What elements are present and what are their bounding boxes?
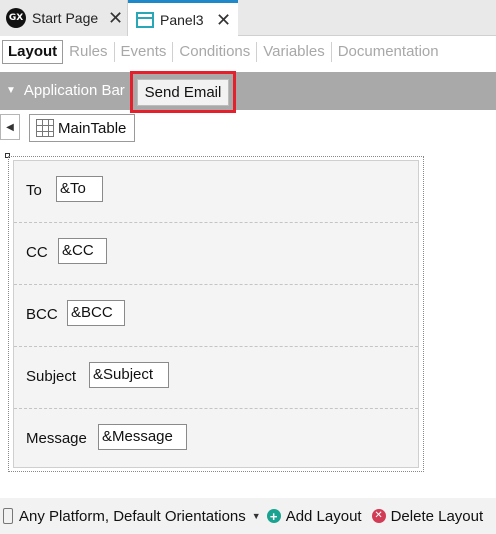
tab-layout[interactable]: Layout	[2, 40, 64, 64]
tab-conditions[interactable]: Conditions	[173, 42, 258, 62]
tab-events[interactable]: Events	[115, 42, 174, 62]
platform-selector[interactable]: Any Platform, Default Orientations ▼	[19, 508, 267, 525]
tab-start-page-label: Start Page	[32, 10, 99, 26]
message-field[interactable]: &Message	[98, 424, 187, 450]
application-bar-label: Application Bar	[23, 82, 125, 99]
add-layout-label: Add Layout	[285, 507, 362, 525]
table-row: To &To	[14, 161, 418, 223]
tab-variables[interactable]: Variables	[257, 42, 332, 62]
collapse-left-button[interactable]: ◀	[0, 114, 20, 140]
table-row: CC &CC	[14, 223, 418, 285]
to-field[interactable]: &To	[56, 176, 103, 202]
document-tab-strip: GX Start Page ✕ Panel3 ✕	[0, 0, 496, 37]
main-table[interactable]: To &To CC &CC BCC &BCC Subject &Subject …	[8, 156, 424, 472]
gx-logo-icon: GX	[6, 8, 26, 28]
editor-sub-tabs: Layout Rules Events Conditions Variables…	[0, 38, 496, 66]
add-icon: +	[266, 509, 281, 523]
delete-layout-label: Delete Layout	[390, 507, 484, 525]
dropdown-caret-icon[interactable]: ▼	[252, 511, 261, 521]
subject-field[interactable]: &Subject	[89, 362, 169, 388]
add-layout-button[interactable]: + Add Layout	[266, 507, 362, 525]
application-bar-title[interactable]: ▼ Application Bar	[6, 82, 125, 99]
collapse-triangle-icon[interactable]: ▼	[6, 85, 16, 96]
close-icon[interactable]: ✕	[216, 10, 231, 31]
bcc-label: BCC	[26, 306, 58, 323]
delete-icon: ✕	[371, 509, 386, 523]
tab-panel3-label: Panel3	[160, 12, 204, 28]
application-bar[interactable]: ▼ Application Bar	[0, 72, 496, 110]
tab-documentation[interactable]: Documentation	[332, 42, 445, 62]
bcc-field[interactable]: &BCC	[67, 300, 125, 326]
tab-start-page[interactable]: GX Start Page ✕	[0, 0, 128, 36]
table-grid-icon	[36, 119, 54, 137]
to-label: To	[26, 182, 42, 199]
layout-status-bar: Any Platform, Default Orientations ▼ + A…	[0, 498, 496, 534]
tab-panel3[interactable]: Panel3 ✕	[128, 0, 238, 37]
device-icon	[3, 508, 13, 524]
tab-rules[interactable]: Rules	[63, 42, 115, 62]
delete-layout-button[interactable]: ✕ Delete Layout	[362, 507, 484, 525]
main-table-label: MainTable	[58, 119, 127, 137]
cc-field[interactable]: &CC	[58, 238, 107, 264]
subject-label: Subject	[26, 368, 77, 385]
cc-label: CC	[26, 244, 48, 261]
table-row: Subject &Subject	[14, 347, 418, 409]
send-email-button[interactable]: Send Email	[137, 79, 229, 106]
panel-icon	[136, 12, 154, 28]
platform-label: Any Platform, Default Orientations	[19, 507, 246, 525]
table-row: BCC &BCC	[14, 285, 418, 347]
main-table-tag[interactable]: MainTable	[29, 114, 135, 142]
message-label: Message	[26, 430, 87, 447]
close-icon[interactable]: ✕	[108, 8, 123, 29]
main-table-body: To &To CC &CC BCC &BCC Subject &Subject …	[13, 160, 419, 468]
table-row: Message &Message	[14, 409, 418, 471]
